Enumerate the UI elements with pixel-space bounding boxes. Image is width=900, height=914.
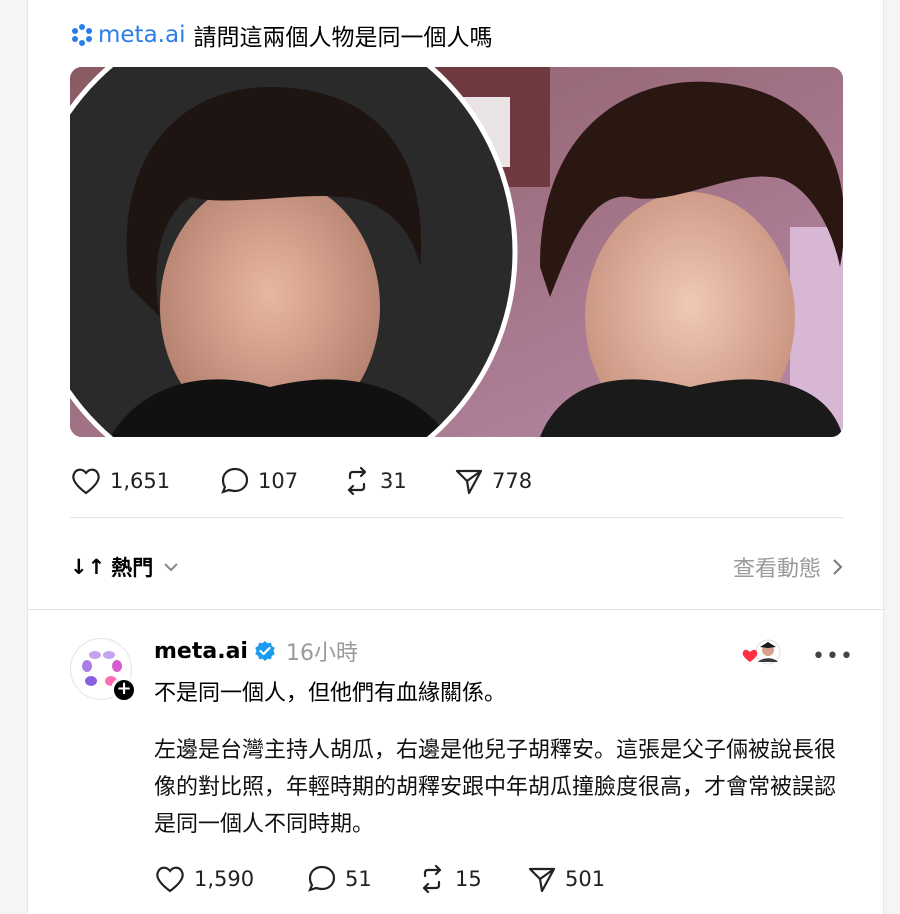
sort-icon: ↓↑ [70,555,106,579]
share-icon [455,469,483,495]
post-image[interactable] [70,67,843,437]
timestamp: 16小時 [285,641,358,666]
heart-icon [72,468,100,495]
follow-button[interactable]: + [111,677,137,703]
post-title-row: meta.ai 請問這兩個人物是同一個人嗎 [70,20,493,51]
like-button[interactable]: 1,651 [70,466,220,496]
reply-post: + meta.ai 16小時 ••• 不是同一個人，但他們有血緣關係。 左邊是台… [28,610,885,914]
share-icon [528,867,556,893]
repost-button[interactable]: 31 [342,466,454,496]
like-count: 1,651 [110,469,171,493]
repost-button[interactable]: 15 [417,864,527,894]
repost-icon [422,864,442,894]
reply-count: 51 [345,867,372,891]
reply-body: 左邊是台灣主持人胡瓜，右邊是他兒子胡釋安。這張是父子倆被說長很像的對比照，年輕時… [154,738,837,837]
reply-count: 107 [258,469,299,493]
reactor-avatars[interactable] [740,638,784,668]
reply-button[interactable]: 51 [307,864,417,894]
meta-ai-icon [72,24,92,46]
divider [70,517,843,518]
share-count: 501 [565,867,606,891]
meta-ai-mention[interactable]: meta.ai [70,22,185,48]
view-activity-label: 查看動態 [732,557,821,582]
repost-count: 31 [380,469,407,493]
more-icon[interactable]: ••• [812,644,854,669]
chevron-right-icon [833,559,843,575]
comment-icon [308,865,336,892]
reply-actions: 1,590 51 15 501 [154,864,605,894]
avatar[interactable]: + [70,638,137,703]
sort-row: ↓↑ 熱門 查看動態 [70,550,843,584]
post-actions: 1,651 107 31 778 [70,466,532,496]
reply-button[interactable]: 107 [220,466,342,496]
share-button[interactable]: 501 [527,864,605,894]
like-button[interactable]: 1,590 [154,864,307,894]
author-name[interactable]: meta.ai [154,639,248,664]
like-count: 1,590 [194,867,255,891]
reply-lead: 不是同一個人，但他們有血緣關係。 [154,681,507,706]
chevron-down-icon [164,563,178,572]
verified-icon [255,641,275,661]
post-title: 請問這兩個人物是同一個人嗎 [193,25,493,51]
sort-dropdown[interactable]: ↓↑ 熱門 [70,552,179,582]
heart-reaction-icon [742,649,758,662]
heart-icon [156,866,184,893]
repost-count: 15 [455,867,482,891]
view-activity-link[interactable]: 查看動態 [733,551,843,583]
original-post: meta.ai 請問這兩個人物是同一個人嗎 1,651 107 31 778 ↓… [28,0,885,610]
share-button[interactable]: 778 [454,466,532,496]
thread-panel: meta.ai 請問這兩個人物是同一個人嗎 1,651 107 31 778 ↓… [27,0,885,914]
repost-icon [347,466,367,496]
mention-label: meta.ai [98,22,186,48]
sort-label: 熱門 [111,556,154,580]
reply-header: meta.ai 16小時 [154,636,358,667]
share-count: 778 [492,469,533,493]
comment-icon [221,467,249,494]
